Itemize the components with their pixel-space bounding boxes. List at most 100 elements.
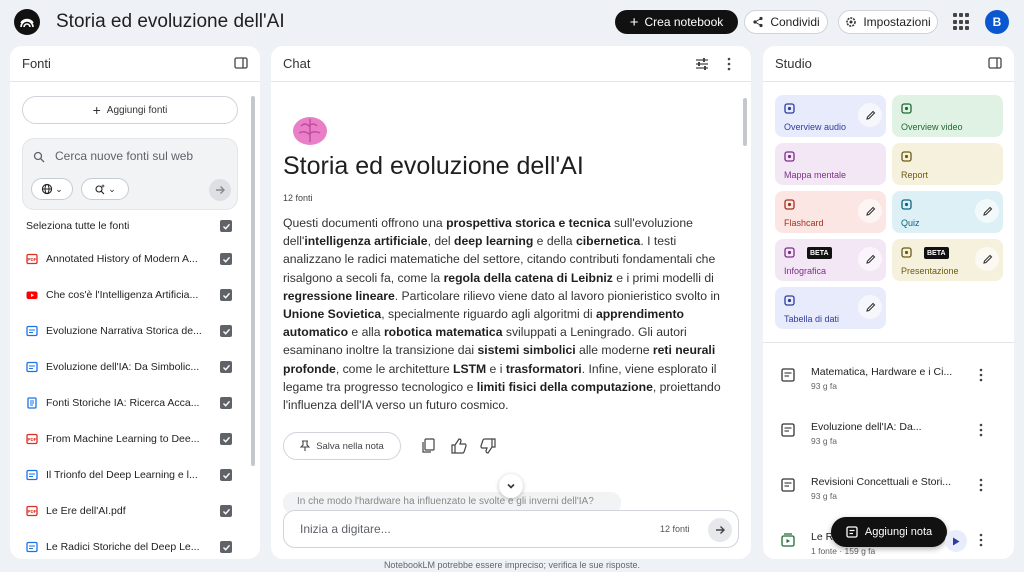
- highlighted-term: LSTM: [453, 361, 487, 376]
- note-subtitle: 93 g fa: [811, 491, 837, 501]
- studio-tile-icon: [901, 199, 912, 210]
- edit-icon[interactable]: [858, 199, 882, 223]
- create-notebook-button[interactable]: + Crea notebook: [615, 10, 738, 34]
- notebook-title[interactable]: Storia ed evoluzione dell'AI: [56, 11, 285, 33]
- add-note-button[interactable]: Aggiungi nota: [831, 517, 947, 547]
- research-mode-dropdown[interactable]: ⌄: [81, 178, 129, 200]
- source-item[interactable]: Il Trionfo del Deep Learning e l...: [26, 465, 232, 485]
- edit-icon[interactable]: [858, 103, 882, 127]
- thumbs-down-icon[interactable]: [480, 438, 496, 454]
- more-vert-icon[interactable]: [979, 368, 983, 387]
- summary-text: e i primi modelli di: [612, 270, 714, 285]
- source-checkbox[interactable]: [220, 469, 232, 481]
- source-checkbox[interactable]: [220, 253, 232, 265]
- copy-icon[interactable]: [421, 438, 435, 454]
- summary-text: e alla: [348, 325, 384, 340]
- source-item-label: Evoluzione dell'IA: Da Simbolic...: [46, 361, 200, 373]
- save-to-note-button[interactable]: Salva nella nota: [283, 432, 401, 460]
- source-checkbox[interactable]: [220, 361, 232, 373]
- more-vert-icon[interactable]: [979, 478, 983, 497]
- source-item[interactable]: Che cos'è l'Intelligenza Artificia...: [26, 285, 232, 305]
- text-icon: [26, 397, 38, 409]
- source-checkbox[interactable]: [220, 397, 232, 409]
- more-vert-icon[interactable]: [727, 57, 731, 71]
- highlighted-term: intelligenza artificiale: [304, 234, 428, 249]
- beta-badge: BETA: [924, 247, 949, 259]
- edit-icon[interactable]: [975, 199, 999, 223]
- studio-tile[interactable]: Overview audio: [775, 95, 886, 137]
- collapse-panel-icon[interactable]: [234, 56, 248, 70]
- studio-tile[interactable]: Mappa mentale: [775, 143, 886, 185]
- more-vert-icon[interactable]: [979, 533, 983, 552]
- summary-text: e della: [533, 234, 576, 249]
- source-item[interactable]: PDF From Machine Learning to Dee...: [26, 429, 232, 449]
- chat-scrollbar[interactable]: [743, 98, 747, 146]
- source-checkbox[interactable]: [220, 433, 232, 445]
- sources-scrollbar[interactable]: [251, 96, 255, 466]
- source-item-label: Il Trionfo del Deep Learning e l...: [46, 469, 198, 481]
- chat-input[interactable]: [300, 522, 600, 536]
- studio-tile[interactable]: Overview video: [892, 95, 1003, 137]
- search-submit-button[interactable]: [209, 179, 231, 201]
- send-button[interactable]: [708, 518, 732, 542]
- studio-tile-label: Quiz: [901, 218, 920, 228]
- note-item[interactable]: Matematica, Hardware e i Ci... 93 g fa: [781, 364, 1003, 400]
- note-icon: [781, 423, 795, 437]
- share-button[interactable]: Condividi: [744, 10, 828, 34]
- add-sources-button[interactable]: + Aggiungi fonti: [22, 96, 238, 124]
- studio-tile[interactable]: Quiz: [892, 191, 1003, 233]
- avatar[interactable]: B: [985, 10, 1009, 34]
- source-item[interactable]: PDF Annotated History of Modern A...: [26, 249, 232, 269]
- web-search-input[interactable]: [55, 149, 225, 163]
- web-source-dropdown[interactable]: ⌄: [31, 178, 73, 200]
- app-header: Storia ed evoluzione dell'AI + Crea note…: [0, 0, 1024, 44]
- edit-icon[interactable]: [975, 247, 999, 271]
- highlighted-term: limiti fisici della computazione: [476, 379, 653, 394]
- edit-icon[interactable]: [858, 295, 882, 319]
- thumbs-up-icon[interactable]: [451, 438, 467, 454]
- studio-tile[interactable]: Tabella di dati: [775, 287, 886, 329]
- doc-icon: [26, 541, 38, 553]
- source-item-label: Evoluzione Narrativa Storica de...: [46, 325, 202, 337]
- source-item[interactable]: Evoluzione dell'IA: Da Simbolic...: [26, 357, 232, 377]
- source-item-label: From Machine Learning to Dee...: [46, 433, 200, 445]
- summary-text: Questi documenti offrono una: [283, 216, 447, 230]
- disclaimer: NotebookLM potrebbe essere impreciso; ve…: [383, 560, 641, 570]
- source-item[interactable]: Evoluzione Narrativa Storica de...: [26, 321, 232, 341]
- collapse-panel-icon[interactable]: [988, 56, 1002, 70]
- source-checkbox[interactable]: [220, 289, 232, 301]
- source-checkbox[interactable]: [220, 505, 232, 517]
- select-all-row[interactable]: Seleziona tutte le fonti: [26, 216, 232, 236]
- tune-icon[interactable]: [695, 57, 709, 71]
- chevron-down-icon: ⌄: [55, 183, 63, 194]
- highlighted-term: deep learning: [454, 234, 534, 249]
- note-add-icon: [846, 526, 858, 538]
- select-all-checkbox[interactable]: [220, 220, 232, 232]
- more-vert-icon[interactable]: [979, 423, 983, 442]
- studio-tile[interactable]: Infografica BETA: [775, 239, 886, 281]
- studio-tile[interactable]: Report: [892, 143, 1003, 185]
- notebooklm-logo-icon[interactable]: [14, 9, 40, 35]
- edit-icon[interactable]: [858, 247, 882, 271]
- studio-tile-label: Mappa mentale: [784, 170, 847, 180]
- apps-grid-icon[interactable]: [953, 13, 971, 31]
- source-checkbox[interactable]: [220, 325, 232, 337]
- note-item[interactable]: Revisioni Concettuali e Stori... 93 g fa: [781, 474, 1003, 510]
- play-button[interactable]: [945, 530, 967, 552]
- studio-tile-label: Flashcard: [784, 218, 824, 228]
- settings-button[interactable]: Impostazioni: [838, 10, 938, 34]
- source-item[interactable]: Le Radici Storiche del Deep Le...: [26, 537, 232, 557]
- studio-tile-icon: [784, 103, 795, 114]
- note-item[interactable]: Evoluzione dell'IA: Da... 93 g fa: [781, 419, 1003, 455]
- chat-heading: Storia ed evoluzione dell'AI: [283, 152, 584, 180]
- arrow-right-icon: [716, 526, 725, 534]
- studio-tile-icon: [901, 103, 912, 114]
- source-checkbox[interactable]: [220, 541, 232, 553]
- pdf-icon: PDF: [26, 505, 38, 517]
- source-item[interactable]: PDF Le Ere dell'AI.pdf: [26, 501, 232, 521]
- studio-tile[interactable]: Presentazione BETA: [892, 239, 1003, 281]
- studio-tile[interactable]: Flashcard: [775, 191, 886, 233]
- scroll-down-button[interactable]: [499, 474, 523, 498]
- source-item[interactable]: Fonti Storiche IA: Ricerca Acca...: [26, 393, 232, 413]
- highlighted-term: sistemi simbolici: [477, 343, 576, 358]
